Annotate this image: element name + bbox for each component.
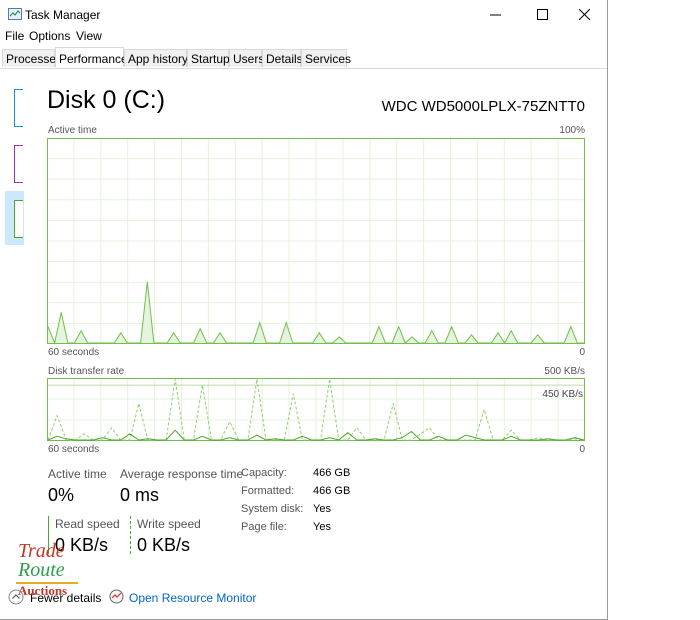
task-manager-window: Task Manager File Options View Processes… [0,0,608,620]
disk-model: WDC WD5000LPLX-75ZNTT0 [381,98,585,115]
transfer-right-label: 0 [579,444,585,455]
formatted-label: Formatted: [241,485,295,497]
trade-route-auctions-logo: Trade Route Auctions [16,540,86,602]
maximize-icon [536,8,548,20]
capacity-label: Capacity: [241,467,287,479]
logo-line-route: Route [18,559,65,581]
active-time-stat-value: 0% [48,485,75,505]
window-title: Task Manager [25,8,101,22]
resource-monitor-icon [109,589,124,604]
minimize-icon [489,14,501,15]
close-button[interactable] [561,0,607,28]
disk-title: Disk 0 (C:) [47,86,166,114]
active-time-max-label: 100% [559,125,585,136]
menu-view[interactable]: View [76,29,102,43]
transfer-chart-label: Disk transfer rate [48,366,125,377]
write-speed-label: Write speed [137,517,201,531]
menu-options[interactable]: Options [29,29,70,43]
active-time-chart [47,138,585,344]
active-time-chart-label: Active time [48,125,97,136]
transfer-line-label: 450 KB/s [542,389,583,400]
tab-startup[interactable]: Startup [187,49,230,67]
maximize-button[interactable] [519,0,565,28]
tab-users[interactable]: Users [229,49,264,67]
tab-services[interactable]: Services [301,49,351,67]
write-speed-value: 0 KB/s [137,535,191,555]
capacity-value: 466 GB [313,467,351,479]
sidebar-disk-thumbnail[interactable] [14,200,23,238]
transfer-rate-chart [47,378,585,441]
sidebar-memory-thumbnail[interactable] [14,145,23,183]
transfer-left-label: 60 seconds [48,444,100,455]
title-bar[interactable]: Task Manager [0,0,607,28]
system-disk-value: Yes [313,503,331,515]
tab-performance[interactable]: Performance [55,47,128,67]
close-icon [578,8,590,20]
response-time-value: 0 ms [120,485,160,505]
page-file-label: Page file: [241,521,287,533]
minimize-button[interactable] [472,0,518,28]
formatted-value: 466 GB [313,485,351,497]
page-file-value: Yes [313,521,331,533]
open-resource-monitor-link[interactable]: Open Resource Monitor [129,591,256,605]
tab-strip: Processes Performance App history Startu… [0,47,607,69]
system-disk-label: System disk: [241,503,304,515]
response-time-label: Average response time [120,467,244,481]
active-time-right-label: 0 [579,347,585,358]
write-speed-legend-line [130,516,131,554]
tab-app-history[interactable]: App history [124,49,188,67]
sidebar-cpu-thumbnail[interactable] [14,89,23,127]
active-time-left-label: 60 seconds [48,347,100,358]
logo-line-auctions: Auctions [18,583,68,598]
tab-details[interactable]: Details [262,49,303,67]
menu-file[interactable]: File [5,29,24,43]
tab-processes[interactable]: Processes [2,49,62,67]
transfer-max-label: 500 KB/s [544,366,585,377]
active-time-stat-label: Active time [48,467,107,481]
task-manager-icon [8,8,22,20]
read-speed-label: Read speed [55,517,120,531]
